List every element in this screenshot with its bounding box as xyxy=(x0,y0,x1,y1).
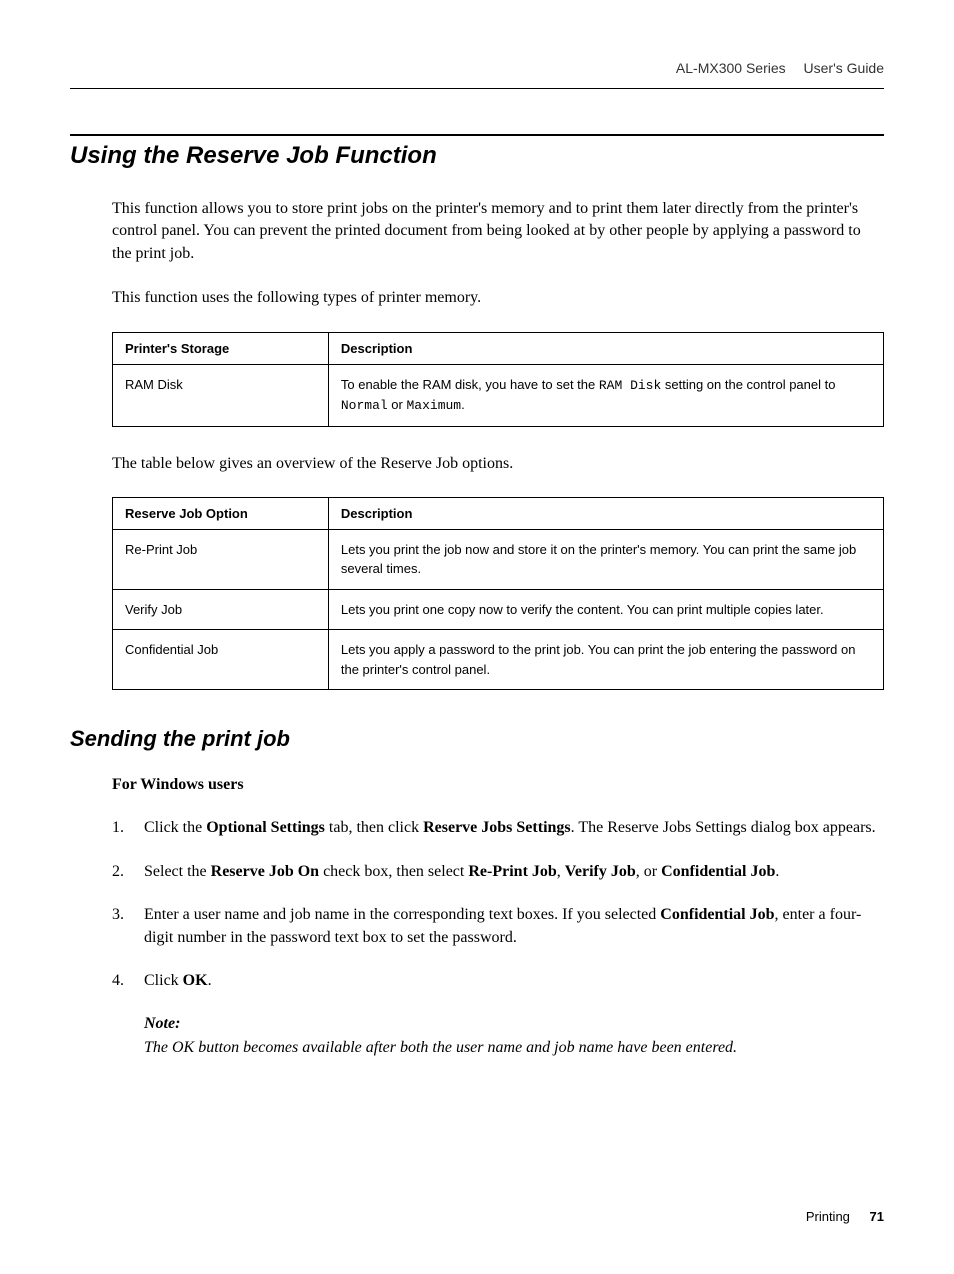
table-cell: RAM Disk xyxy=(113,364,329,426)
table-cell: Confidential Job xyxy=(113,630,329,690)
list-item: Click the Optional Settings tab, then cl… xyxy=(112,816,884,839)
intro-paragraph-1: This function allows you to store print … xyxy=(112,198,884,265)
table1-header-storage: Printer's Storage xyxy=(113,332,329,364)
table-cell: Verify Job xyxy=(113,589,329,630)
table-cell: Lets you print the job now and store it … xyxy=(328,529,883,589)
note-block: Note: The OK button becomes available af… xyxy=(144,1012,884,1058)
note-label: Note: xyxy=(144,1012,884,1035)
subsection-title: Sending the print job xyxy=(70,726,884,752)
note-text: The OK button becomes available after bo… xyxy=(144,1036,884,1059)
footer-page-number: 71 xyxy=(870,1209,884,1224)
header-product: AL-MX300 Series xyxy=(676,60,786,76)
table-cell: Lets you print one copy now to verify th… xyxy=(328,589,883,630)
list-item: Enter a user name and job name in the co… xyxy=(112,903,884,949)
reserve-job-option-table: Reserve Job Option Description Re-Print … xyxy=(112,497,884,691)
sub-heading: For Windows users xyxy=(112,776,884,794)
table-cell: To enable the RAM disk, you have to set … xyxy=(328,364,883,426)
intro-paragraph-2: This function uses the following types o… xyxy=(112,287,884,309)
table2-intro: The table below gives an overview of the… xyxy=(112,453,884,475)
section-title: Using the Reserve Job Function xyxy=(70,134,884,170)
table-row: Verify JobLets you print one copy now to… xyxy=(113,589,884,630)
page-footer: Printing 71 xyxy=(806,1209,884,1224)
steps-list: Click the Optional Settings tab, then cl… xyxy=(112,816,884,992)
footer-section: Printing xyxy=(806,1209,850,1224)
list-item: Click OK. xyxy=(112,969,884,992)
page-header: AL-MX300 Series User's Guide xyxy=(70,60,884,89)
table2-header-option: Reserve Job Option xyxy=(113,497,329,529)
printer-storage-table: Printer's Storage Description RAM DiskTo… xyxy=(112,332,884,427)
table-row: Re-Print JobLets you print the job now a… xyxy=(113,529,884,589)
table1-header-description: Description xyxy=(328,332,883,364)
table2-header-description: Description xyxy=(328,497,883,529)
table-cell: Lets you apply a password to the print j… xyxy=(328,630,883,690)
list-item: Select the Reserve Job On check box, the… xyxy=(112,860,884,883)
header-doc-type: User's Guide xyxy=(804,60,884,76)
table-cell: Re-Print Job xyxy=(113,529,329,589)
table-row: RAM DiskTo enable the RAM disk, you have… xyxy=(113,364,884,426)
table-row: Confidential JobLets you apply a passwor… xyxy=(113,630,884,690)
